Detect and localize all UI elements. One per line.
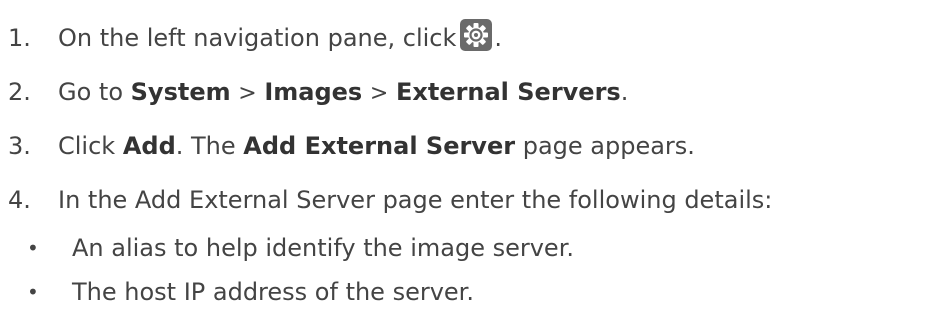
step-number: 1. xyxy=(8,24,31,52)
path-external-servers: External Servers xyxy=(395,78,621,106)
step-3-text: page appears. xyxy=(515,132,695,160)
bullet-text: The host IP address of the server. xyxy=(72,278,474,306)
path-system: System xyxy=(130,78,231,106)
path-separator: > xyxy=(369,81,389,106)
gear-icon xyxy=(460,19,493,51)
step-number: 3. xyxy=(8,132,31,160)
path-separator: > xyxy=(238,81,257,106)
step-text: On the left navigation pane, click . xyxy=(58,18,502,58)
step-number: 2. xyxy=(8,78,31,106)
step-3-text: Click xyxy=(58,132,123,160)
bullet-mark: • xyxy=(27,280,39,304)
step-text: Go to System > Images > External Servers… xyxy=(58,72,628,114)
step-2-suffix: . xyxy=(620,78,629,106)
step-text: In the Add External Server page enter th… xyxy=(58,186,773,214)
step-3-text: . The xyxy=(175,132,244,160)
step-1-text: On the left navigation pane, click xyxy=(58,24,457,52)
step-number: 4. xyxy=(8,186,31,214)
path-images: Images xyxy=(264,78,363,106)
step-2-prefix: Go to xyxy=(58,78,131,106)
bullet-text: An alias to help identify the image serv… xyxy=(72,234,574,262)
step-text: Click Add. The Add External Server page … xyxy=(58,126,695,166)
instruction-steps: 1. On the left navigation pane, click . … xyxy=(0,0,928,312)
add-external-server-label: Add External Server xyxy=(243,132,516,160)
bullet-mark: • xyxy=(27,236,39,260)
step-1-period: . xyxy=(494,24,503,52)
add-label: Add xyxy=(122,132,176,160)
